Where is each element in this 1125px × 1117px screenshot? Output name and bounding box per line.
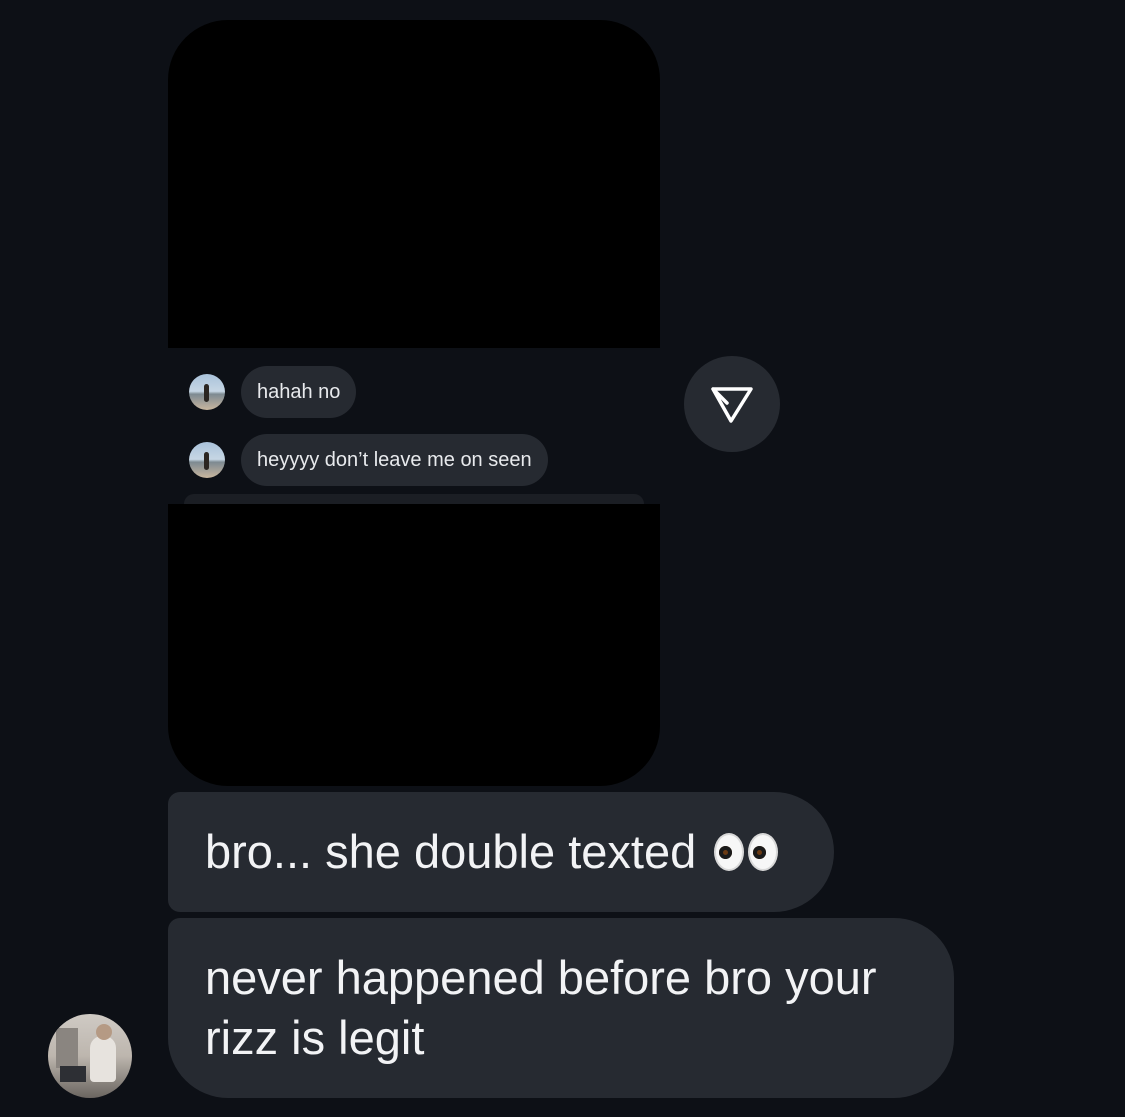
reply-preview-row: heyyyy don’t leave me on seen xyxy=(189,434,548,486)
send-arrow-icon xyxy=(711,387,753,423)
avatar xyxy=(189,374,225,410)
reply-bubble: heyyyy don’t leave me on seen xyxy=(241,434,548,486)
post-media-bottom[interactable] xyxy=(168,504,660,786)
message-bubble[interactable]: bro... she double texted xyxy=(168,792,834,912)
reply-preview-row: hahah no xyxy=(189,366,357,418)
message-text: bro... she double texted xyxy=(205,825,697,878)
eyes-emoji-icon xyxy=(714,833,782,871)
message-text: never happened before bro your rizz is l… xyxy=(205,951,877,1064)
reply-bubble: hahah no xyxy=(241,366,357,418)
sender-avatar[interactable] xyxy=(48,1014,132,1098)
share-button[interactable] xyxy=(684,356,780,452)
avatar xyxy=(189,442,225,478)
post-media-top[interactable] xyxy=(168,20,660,348)
message-bubble[interactable]: never happened before bro your rizz is l… xyxy=(168,918,954,1098)
reply-preview-edge xyxy=(184,494,644,504)
